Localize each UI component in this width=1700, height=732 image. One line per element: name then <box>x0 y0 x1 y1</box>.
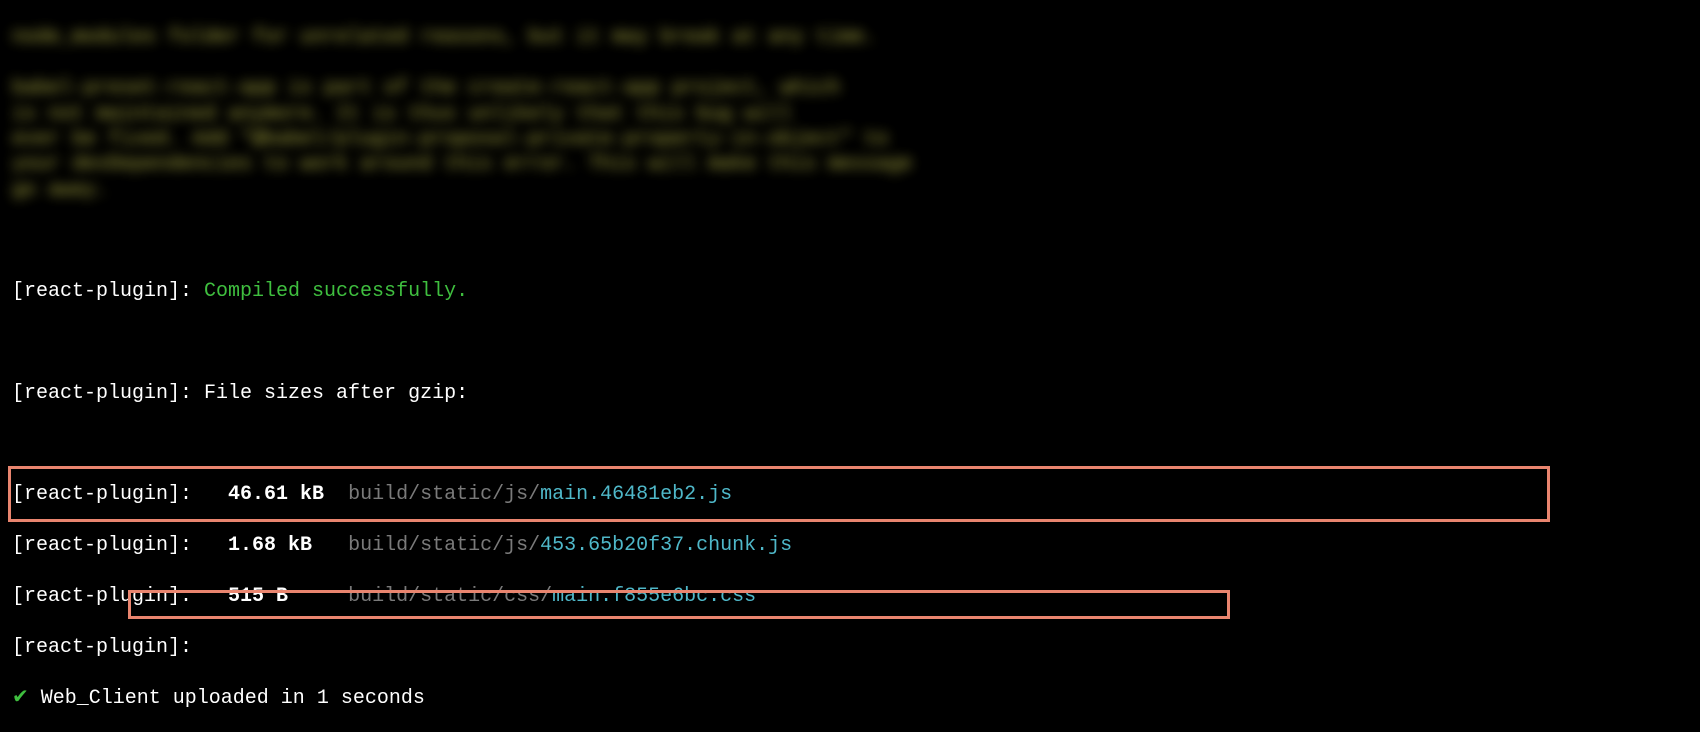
blank-line <box>12 330 1688 355</box>
file-size: 1.68 kB <box>228 534 312 557</box>
file-size: 46.61 kB <box>228 483 324 506</box>
file-path: build/static/js/ <box>348 483 540 506</box>
file-size: 515 B <box>228 585 288 608</box>
pad <box>288 585 348 608</box>
file-row: [react-plugin]: 1.68 kB build/static/js/… <box>12 533 1688 558</box>
pad <box>324 483 348 506</box>
react-plugin-prefix: [react-plugin]: <box>12 636 192 659</box>
pad <box>312 534 348 557</box>
file-row: [react-plugin]: 515 B build/static/css/m… <box>12 584 1688 609</box>
file-row: [react-plugin]: <box>12 635 1688 660</box>
file-path: build/static/js/ <box>348 534 540 557</box>
gzip-line: [react-plugin]: File sizes after gzip: <box>12 381 1688 406</box>
blurred-line: is not maintained anymore. It is thus un… <box>12 103 792 126</box>
file-path: build/static/css/ <box>348 585 552 608</box>
file-name: main.f855e6bc.css <box>552 585 756 608</box>
file-name: main.46481eb2.js <box>540 483 732 506</box>
compiled-message: Compiled successfully. <box>204 280 468 303</box>
compiled-line: [react-plugin]: Compiled successfully. <box>12 279 1688 304</box>
blurred-line: node_modules folder for unrelated reason… <box>12 26 876 49</box>
check-icon: ✔ <box>12 687 29 710</box>
react-plugin-prefix: [react-plugin]: <box>12 280 204 303</box>
react-plugin-prefix: [react-plugin]: <box>12 483 228 506</box>
react-plugin-prefix: [react-plugin]: <box>12 382 204 405</box>
blurred-line: babel-preset-react-app is part of the cr… <box>12 77 840 100</box>
upload-line: ✔ Web_Client uploaded in 1 seconds <box>12 686 1688 711</box>
blank-line <box>12 432 1688 457</box>
gzip-message: File sizes after gzip: <box>204 382 468 405</box>
blurred-line: go away. <box>12 179 108 202</box>
react-plugin-prefix: [react-plugin]: <box>12 534 228 557</box>
blurred-line: your devDependencies to work around this… <box>12 153 912 176</box>
blurred-line: ever be fixed. Add "@babel/plugin-propos… <box>12 128 888 151</box>
react-plugin-prefix: [react-plugin]: <box>12 585 228 608</box>
terminal-output: node_modules folder for unrelated reason… <box>0 0 1700 732</box>
blank-line <box>12 229 1688 254</box>
file-name: 453.65b20f37.chunk.js <box>540 534 792 557</box>
upload-message: Web_Client uploaded in 1 seconds <box>29 687 425 710</box>
file-row: [react-plugin]: 46.61 kB build/static/js… <box>12 482 1688 507</box>
blurred-warning-block: node_modules folder for unrelated reason… <box>12 25 1688 203</box>
